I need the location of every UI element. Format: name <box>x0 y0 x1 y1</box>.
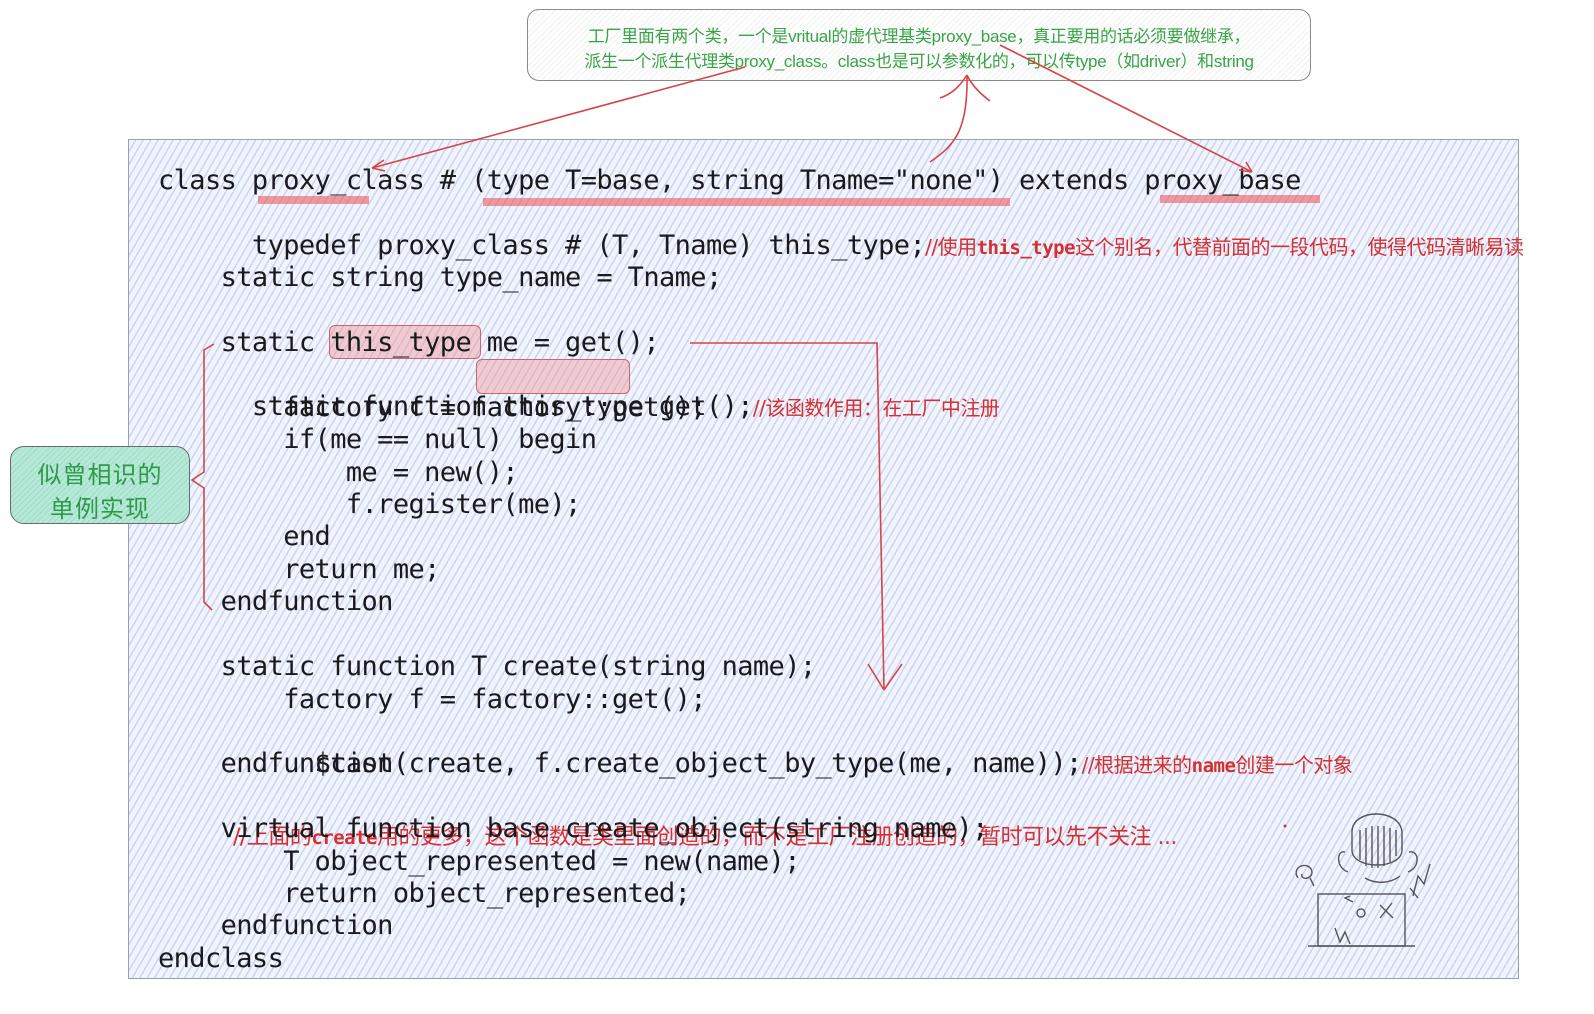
comment-text: //使用 <box>925 235 977 259</box>
code-line: virtual function base create_object(stri… <box>158 813 989 844</box>
code-line: me = new(); <box>158 457 519 488</box>
comment-cast: //根据进来的name创建一个对象 <box>1082 753 1353 777</box>
code-line: class proxy_class # (type T=base, string… <box>158 165 1301 196</box>
code-line: endfunction <box>158 910 394 941</box>
code-line: static this_type me = get(); <box>158 327 660 358</box>
comment-text: 这个别名，代替前面的一段代码，使得代码清晰易读 <box>1075 235 1524 259</box>
code-line: static function T create(string name); <box>158 651 817 682</box>
badge-line-1: 似曾相识的 <box>37 462 163 489</box>
code-line: factory f = factory::get(); <box>158 392 706 423</box>
code-line: typedef proxy_class # (T, Tname) this_ty… <box>158 198 1524 264</box>
code-text: typedef proxy_class # (T, Tname) this_ty… <box>189 230 926 261</box>
comment-text: //根据进来的 <box>1081 753 1192 777</box>
singleton-badge: 似曾相识的 单例实现 <box>10 446 190 524</box>
code-line: static string type_name = Tname; <box>158 262 723 293</box>
code-line: f.register(me); <box>158 489 581 520</box>
code-line: return object_represented; <box>158 878 691 909</box>
note-line-2: 派生一个派生代理类proxy_class。class也是可以参数化的，可以传ty… <box>584 52 1254 71</box>
code-line: endclass <box>158 943 284 974</box>
comment-code: name <box>1191 755 1236 777</box>
code-line: end <box>158 521 331 552</box>
note-line-1: 工厂里面有两个类，一个是vritual的虚代理基类proxy_base，真正要用… <box>587 27 1251 46</box>
comment-typedef: //使用this_type这个别名，代替前面的一段代码，使得代码清晰易读 <box>925 235 1524 259</box>
comment-text: 创建一个对象 <box>1235 753 1353 777</box>
code-line: T object_represented = new(name); <box>158 846 800 877</box>
factory-explanation-note: 工厂里面有两个类，一个是vritual的虚代理基类proxy_base，真正要用… <box>527 9 1311 81</box>
comment-get: //该函数作用：在工厂中注册 <box>752 396 1000 420</box>
code-line: endfunction <box>158 586 394 617</box>
code-line: endfunction <box>158 748 394 779</box>
code-line: if(me == null) begin <box>158 424 597 455</box>
badge-line-2: 单例实现 <box>50 496 150 523</box>
comment-code: this_type <box>976 237 1076 259</box>
code-line: factory f = factory::get(); <box>158 684 706 715</box>
code-line: return me; <box>158 554 440 585</box>
